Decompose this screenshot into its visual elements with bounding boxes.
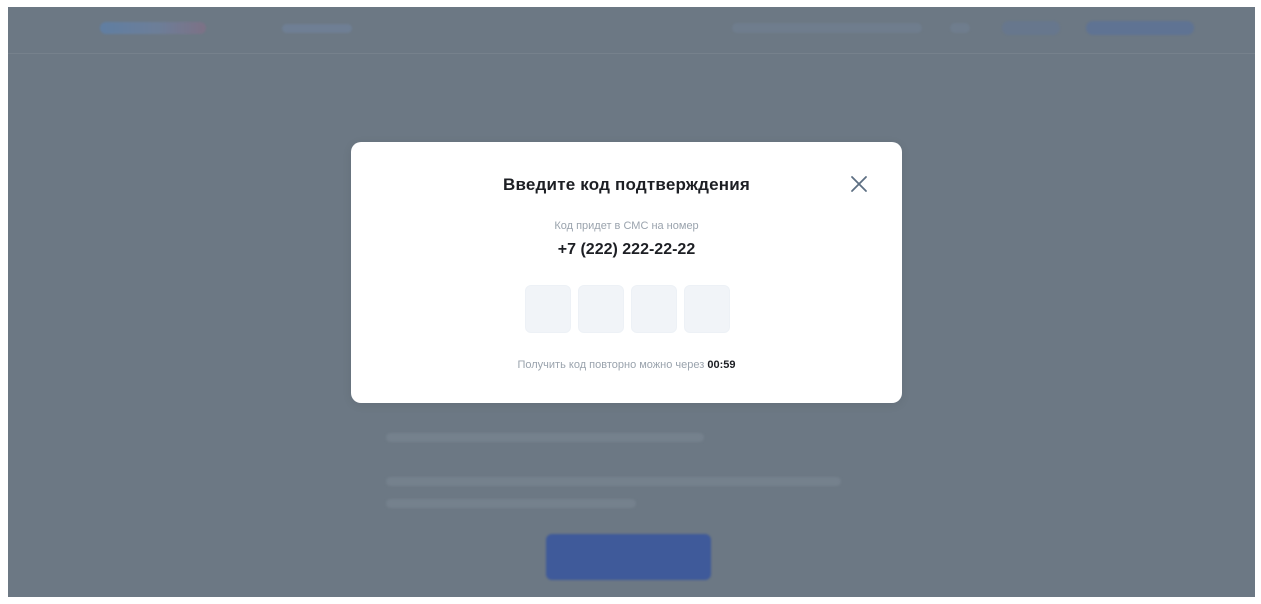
code-digit-input-2[interactable]: [578, 285, 624, 333]
close-button[interactable]: [848, 173, 870, 195]
resend-info: Получить код повторно можно через 00:59: [351, 359, 902, 371]
background-header-button-primary: [1086, 21, 1194, 35]
background-text-line: [386, 499, 636, 508]
background-text-line: [386, 433, 704, 442]
background-text-line: [386, 477, 841, 486]
background-header-icon: [950, 23, 970, 33]
background-nav-link: [282, 24, 352, 33]
code-input-group: [525, 285, 730, 333]
screen-frame: Введите код подтверждения Код придет в С…: [8, 7, 1255, 597]
resend-text: Получить код повторно можно через: [517, 359, 705, 371]
resend-timer: 00:59: [707, 359, 736, 371]
code-digit-input-4[interactable]: [684, 285, 730, 333]
confirmation-code-modal: Введите код подтверждения Код придет в С…: [351, 142, 902, 403]
background-submit-button: [546, 534, 711, 580]
close-icon: [851, 176, 867, 192]
code-digit-input-3[interactable]: [631, 285, 677, 333]
background-header-button: [1002, 21, 1060, 35]
code-digit-input-1[interactable]: [525, 285, 571, 333]
modal-title: Введите код подтверждения: [503, 175, 750, 194]
background-header: [8, 7, 1255, 54]
sms-hint: Код придет в СМС на номер: [554, 220, 699, 232]
background-header-text: [732, 23, 922, 33]
background-logo: [100, 22, 206, 34]
phone-number: +7 (222) 222-22-22: [557, 241, 696, 258]
